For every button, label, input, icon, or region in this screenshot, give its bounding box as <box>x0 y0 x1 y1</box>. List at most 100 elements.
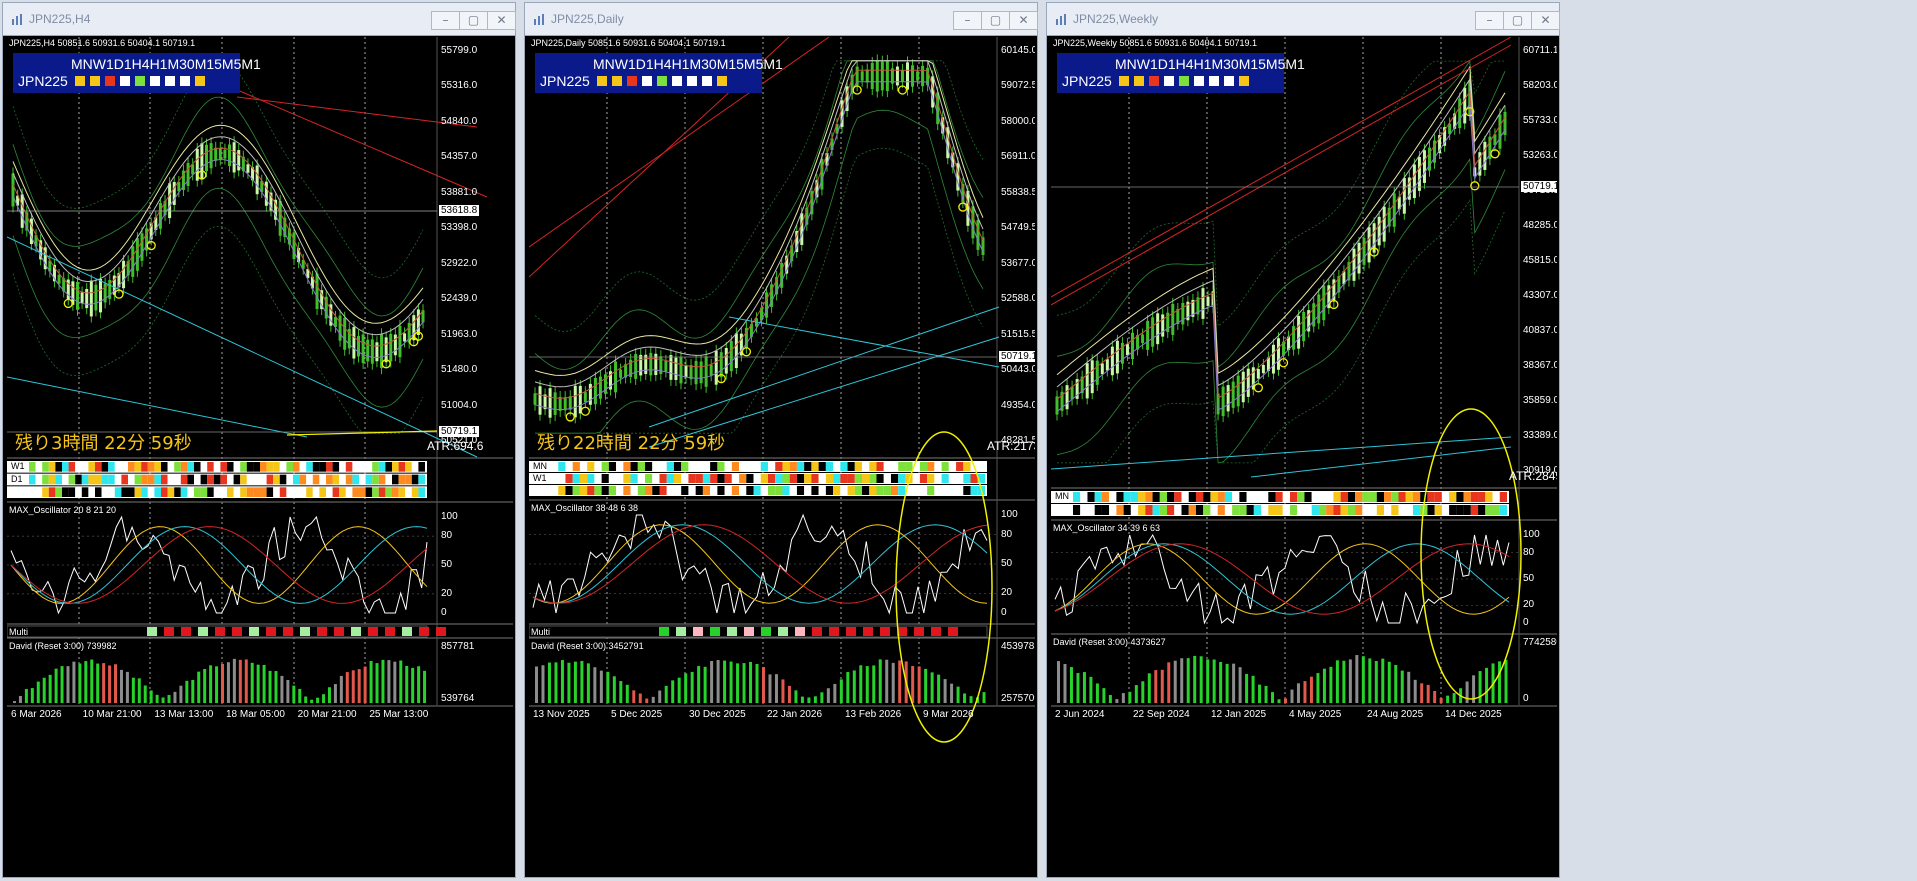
heat-cell <box>134 462 142 472</box>
histogram-bar <box>345 672 349 703</box>
timeframe-panel[interactable]: MNW1D1H4H1M30M15M5M1 JPN225 <box>535 53 783 93</box>
histogram-bar <box>191 679 195 703</box>
histogram-bar <box>664 685 668 703</box>
histogram-bar <box>131 677 135 703</box>
heat-cell <box>1282 492 1290 502</box>
candle-body <box>177 182 181 192</box>
heat-cell <box>68 474 76 485</box>
histogram-bar <box>268 670 272 703</box>
chart-icon <box>534 14 544 25</box>
heat-cell <box>1297 492 1305 502</box>
heat-cell <box>88 462 95 472</box>
heat-cell <box>1159 505 1168 515</box>
heat-cell <box>688 486 696 495</box>
histogram-bar <box>197 671 201 703</box>
histogram-bar <box>1167 662 1171 703</box>
heat-cell <box>312 474 320 485</box>
window-titlebar[interactable]: JPN225,Daily – ▢ ✕ <box>525 3 1038 36</box>
timeframe-panel[interactable]: MNW1D1H4H1M30M15M5M1 JPN225 <box>13 53 261 93</box>
oscillator-label: MAX_Oscillator 34 39 6 63 <box>1053 523 1161 533</box>
candle-body <box>734 333 738 368</box>
heat-cell <box>293 487 300 497</box>
heat-cell <box>760 474 768 483</box>
heat-cell <box>359 474 366 485</box>
heat-cell <box>927 486 935 495</box>
timeframe-signal-square <box>1119 76 1129 86</box>
heat-cell <box>1347 492 1356 502</box>
chart-area[interactable]: JPN225,H4 50851.6 50931.6 50404.1 50719.… <box>7 37 513 875</box>
heat-cell <box>161 487 168 497</box>
maximize-button[interactable]: ▢ <box>459 11 488 30</box>
heat-cell <box>623 474 631 483</box>
heat-cell <box>572 474 580 483</box>
candle-body <box>214 147 218 161</box>
window-titlebar[interactable]: JPN225,H4 – ▢ ✕ <box>3 3 516 36</box>
chart-window-weekly[interactable]: JPN225,Weekly – ▢ ✕ JPN225,Weekly 50851.… <box>1046 2 1560 878</box>
histogram-bar <box>969 696 973 703</box>
candle-body <box>1412 164 1416 199</box>
heat-cell <box>587 474 595 483</box>
close-button[interactable]: ✕ <box>1009 11 1038 30</box>
heat-cell <box>1427 505 1435 515</box>
heat-cell <box>912 474 920 483</box>
candle-body <box>1231 381 1235 408</box>
close-button[interactable]: ✕ <box>1531 11 1560 30</box>
trend-line <box>1051 436 1512 470</box>
timeframe-panel[interactable]: MNW1D1H4H1M30M15M5M1 JPN225 <box>1057 53 1305 93</box>
minimize-button[interactable]: – <box>1475 11 1504 30</box>
band-line <box>535 109 984 434</box>
heat-cell <box>558 486 566 495</box>
histogram-bar <box>535 666 538 703</box>
candle-body <box>583 392 587 403</box>
candle-body <box>1498 114 1502 149</box>
time-axis-label: 13 Nov 2025 <box>533 709 590 720</box>
heat-cell <box>392 487 399 497</box>
heat-cell <box>869 486 877 495</box>
heat-cell <box>608 474 617 483</box>
chart-area[interactable]: JPN225,Daily 50851.6 50931.6 50404.1 507… <box>529 37 1035 875</box>
trend-line <box>7 376 308 438</box>
price-tick-label: 51480.0 <box>441 364 478 376</box>
heat-cell <box>174 462 181 472</box>
multi-cell <box>829 627 839 636</box>
heat-cell <box>681 486 689 495</box>
candle-body <box>598 376 602 399</box>
timeframe-symbol: JPN225 <box>1062 73 1112 89</box>
maximize-button[interactable]: ▢ <box>981 11 1010 30</box>
minimize-button[interactable]: – <box>431 11 460 30</box>
close-button[interactable]: ✕ <box>487 11 516 30</box>
chart-window-h4[interactable]: JPN225,H4 – ▢ ✕ JPN225,H4 50851.6 50931.… <box>2 2 516 878</box>
candle-body <box>1221 386 1225 417</box>
histogram-bar <box>1134 685 1138 703</box>
chart-window-daily[interactable]: JPN225,Daily – ▢ ✕ JPN225,Daily 50851.6 … <box>524 2 1038 878</box>
histogram-bar <box>554 662 558 703</box>
maximize-button[interactable]: ▢ <box>1503 11 1532 30</box>
chart-area[interactable]: JPN225,Weekly 50851.6 50931.6 50404.1 50… <box>1051 37 1557 875</box>
minimize-button[interactable]: – <box>953 11 982 30</box>
candle-body <box>389 333 393 362</box>
candle-body <box>684 365 688 378</box>
heat-cell <box>551 486 559 495</box>
price-tick-label: 35859.0 <box>1523 395 1557 406</box>
heat-cell <box>121 462 128 472</box>
heat-cell <box>666 462 674 471</box>
heat-cell <box>898 486 906 495</box>
histogram-bar <box>1394 664 1398 703</box>
heat-cell <box>1347 505 1356 515</box>
candle-body <box>1181 302 1185 325</box>
histogram-bar <box>891 662 895 703</box>
heat-cell <box>108 474 115 485</box>
histogram-bar <box>1446 695 1450 703</box>
moving-average-line <box>1056 90 1506 400</box>
candle-body <box>875 60 879 92</box>
candle-body <box>568 396 572 410</box>
heat-cell <box>108 487 115 497</box>
heat-cell <box>1203 492 1211 502</box>
heat-cell <box>365 487 373 497</box>
heat-cell <box>286 474 293 485</box>
heat-cell <box>956 474 964 483</box>
heat-cell <box>898 462 906 471</box>
heat-cell <box>55 462 62 472</box>
window-titlebar[interactable]: JPN225,Weekly – ▢ ✕ <box>1047 3 1560 36</box>
price-tick-label: 52588.0 <box>1001 293 1035 305</box>
